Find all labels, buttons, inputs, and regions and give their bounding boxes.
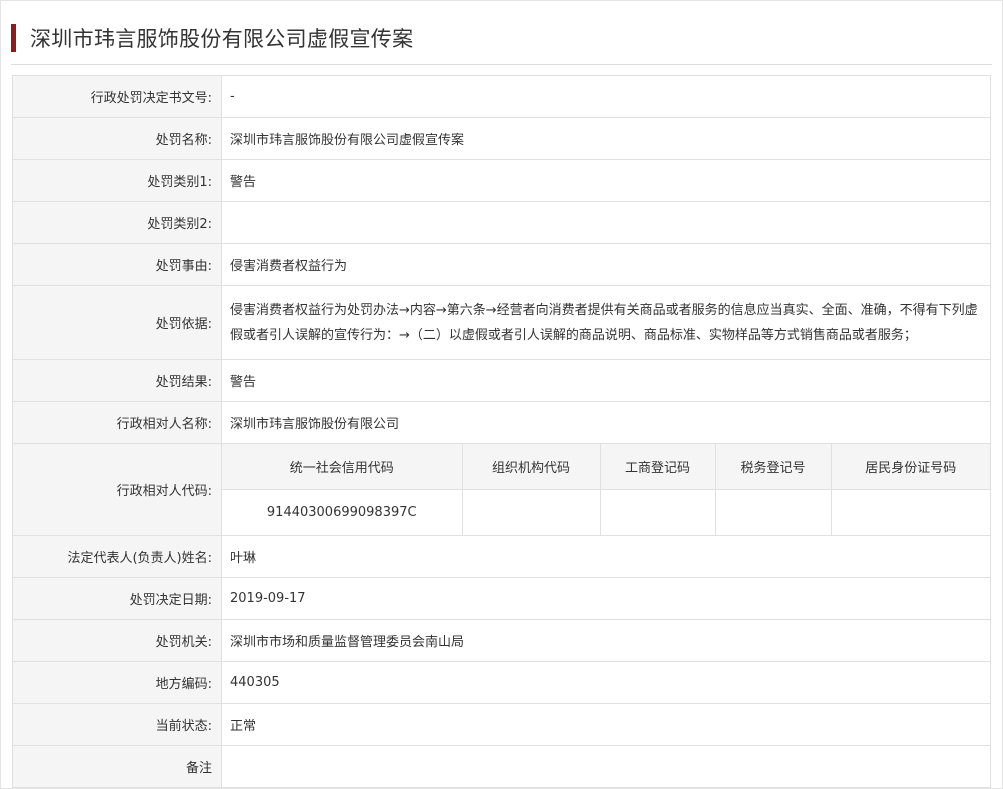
legal-rep-value: 叶琳 bbox=[221, 535, 991, 578]
row-decision-date: 处罚决定日期: 2019-09-17 bbox=[12, 577, 991, 620]
credit-code-value: 91440300699098397C bbox=[222, 489, 463, 535]
result-label: 处罚结果: bbox=[12, 359, 222, 402]
basis-label: 处罚依据: bbox=[12, 285, 222, 360]
party-name-label: 行政相对人名称: bbox=[12, 401, 222, 444]
region-code-label: 地方编码: bbox=[12, 661, 222, 704]
party-code-label: 行政相对人代码: bbox=[12, 443, 222, 536]
decision-no-label: 行政处罚决定书文号: bbox=[12, 75, 222, 118]
legal-rep-label: 法定代表人(负责人)姓名: bbox=[12, 535, 222, 578]
tax-reg-value bbox=[714, 489, 832, 535]
basis-value-cell: 侵害消费者权益行为处罚办法→内容→第六条→经营者向消费者提供有关商品或者服务的信… bbox=[221, 285, 991, 360]
remarks-value bbox=[221, 745, 991, 788]
row-penalty-name: 处罚名称: 深圳市玮言服饰股份有限公司虚假宣传案 bbox=[12, 117, 991, 160]
header-id-number: 居民身份证号码 bbox=[830, 444, 990, 490]
decision-date-label: 处罚决定日期: bbox=[12, 577, 222, 620]
status-label: 当前状态: bbox=[12, 703, 222, 746]
penalty-detail-page: 深圳市玮言服饰股份有限公司虚假宣传案 行政处罚决定书文号: - 处罚名称: 深圳… bbox=[0, 0, 1003, 789]
party-code-cell: 统一社会信用代码 组织机构代码 工商登记码 税务登记号 居民身份证号码 9144… bbox=[221, 443, 991, 536]
header-credit-code: 统一社会信用代码 bbox=[222, 444, 463, 490]
org-code-value bbox=[461, 489, 601, 535]
header-divider bbox=[11, 64, 992, 65]
region-code-value: 440305 bbox=[221, 661, 991, 704]
row-basis: 处罚依据: 侵害消费者权益行为处罚办法→内容→第六条→经营者向消费者提供有关商品… bbox=[12, 285, 991, 360]
penalty-name-value: 深圳市玮言服饰股份有限公司虚假宣传案 bbox=[221, 117, 991, 160]
authority-label: 处罚机关: bbox=[12, 619, 222, 662]
party-code-table: 统一社会信用代码 组织机构代码 工商登记码 税务登记号 居民身份证号码 9144… bbox=[222, 444, 990, 535]
party-code-value-row: 91440300699098397C bbox=[222, 489, 990, 535]
row-decision-no: 行政处罚决定书文号: - bbox=[12, 75, 991, 118]
status-value: 正常 bbox=[221, 703, 991, 746]
category1-label: 处罚类别1: bbox=[12, 159, 222, 202]
authority-value: 深圳市市场和质量监督管理委员会南山局 bbox=[221, 619, 991, 662]
party-name-value: 深圳市玮言服饰股份有限公司 bbox=[221, 401, 991, 444]
party-code-header-row: 统一社会信用代码 组织机构代码 工商登记码 税务登记号 居民身份证号码 bbox=[222, 444, 990, 490]
remarks-label: 备注 bbox=[12, 745, 222, 788]
row-legal-rep: 法定代表人(负责人)姓名: 叶琳 bbox=[12, 535, 991, 578]
category2-label: 处罚类别2: bbox=[12, 201, 222, 244]
reason-value: 侵害消费者权益行为 bbox=[221, 243, 991, 286]
row-party-name: 行政相对人名称: 深圳市玮言服饰股份有限公司 bbox=[12, 401, 991, 444]
penalty-name-label: 处罚名称: bbox=[12, 117, 222, 160]
category2-value bbox=[221, 201, 991, 244]
row-party-code: 行政相对人代码: 统一社会信用代码 组织机构代码 工商登记码 税务登记号 居民身… bbox=[12, 443, 991, 536]
header-org-code: 组织机构代码 bbox=[461, 444, 601, 490]
page-title: 深圳市玮言服饰股份有限公司虚假宣传案 bbox=[30, 27, 414, 51]
page-header: 深圳市玮言服饰股份有限公司虚假宣传案 bbox=[11, 23, 413, 53]
row-region-code: 地方编码: 440305 bbox=[12, 661, 991, 704]
result-value: 警告 bbox=[221, 359, 991, 402]
row-status: 当前状态: 正常 bbox=[12, 703, 991, 746]
reason-label: 处罚事由: bbox=[12, 243, 222, 286]
title-accent-bar bbox=[11, 24, 16, 52]
id-number-value bbox=[830, 489, 990, 535]
row-reason: 处罚事由: 侵害消费者权益行为 bbox=[12, 243, 991, 286]
header-tax-reg: 税务登记号 bbox=[714, 444, 832, 490]
decision-date-value: 2019-09-17 bbox=[221, 577, 991, 620]
row-remarks: 备注 bbox=[12, 745, 991, 788]
row-authority: 处罚机关: 深圳市市场和质量监督管理委员会南山局 bbox=[12, 619, 991, 662]
business-reg-value bbox=[599, 489, 716, 535]
row-category1: 处罚类别1: 警告 bbox=[12, 159, 991, 202]
category1-value: 警告 bbox=[221, 159, 991, 202]
row-result: 处罚结果: 警告 bbox=[12, 359, 991, 402]
row-category2: 处罚类别2: bbox=[12, 201, 991, 244]
basis-value: 侵害消费者权益行为处罚办法→内容→第六条→经营者向消费者提供有关商品或者服务的信… bbox=[230, 302, 978, 343]
decision-no-value: - bbox=[221, 75, 991, 118]
penalty-info-table: 行政处罚决定书文号: - 处罚名称: 深圳市玮言服饰股份有限公司虚假宣传案 处罚… bbox=[12, 75, 991, 788]
header-business-reg: 工商登记码 bbox=[599, 444, 716, 490]
